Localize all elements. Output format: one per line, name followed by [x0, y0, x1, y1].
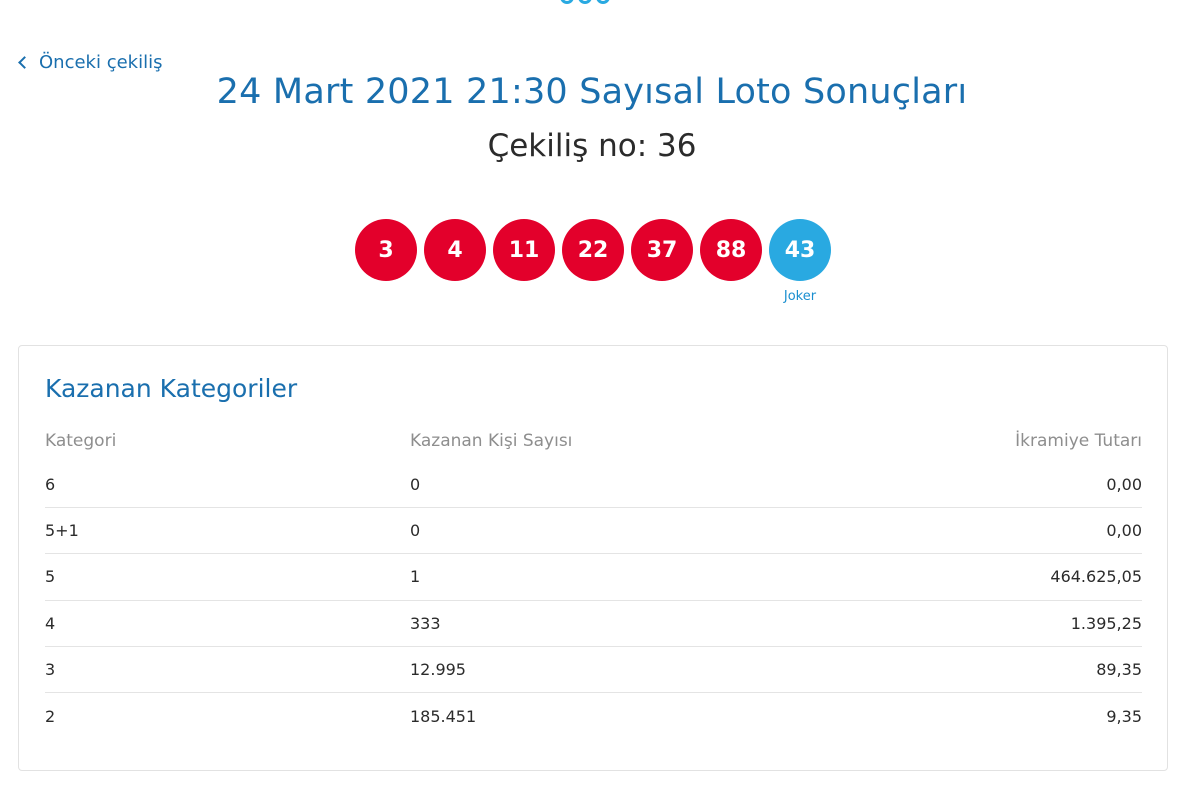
- winners-cell: 185.451: [410, 706, 477, 726]
- winners-cell: 0: [410, 475, 421, 495]
- draw-number: Çekiliş no: 36: [487, 128, 697, 164]
- category-cell: 4: [45, 613, 56, 633]
- prize-cell: 89,35: [1096, 659, 1142, 679]
- previous-draw-link[interactable]: Önceki çekiliş: [16, 52, 162, 73]
- category-cell: 3: [45, 659, 56, 679]
- winners-cell: 1: [410, 567, 421, 587]
- previous-draw-label: Önceki çekiliş: [39, 52, 163, 73]
- joker-group: 43 Joker: [769, 219, 831, 304]
- table-row: 4 333 1.395,25: [45, 601, 1142, 647]
- category-cell: 5: [45, 567, 56, 587]
- winners-cell: 333: [410, 613, 441, 633]
- prize-cell: 0,00: [1106, 475, 1142, 495]
- joker-label: Joker: [783, 289, 817, 304]
- page-title: 24 Mart 2021 21:30 Sayısal Loto Sonuçlar…: [216, 72, 968, 112]
- prize-cell: 1.395,25: [1070, 613, 1142, 633]
- column-header-winners: Kazanan Kişi Sayısı: [410, 431, 573, 451]
- winners-table: Kategori Kazanan Kişi Sayısı İkramiye Tu…: [45, 420, 1142, 739]
- category-cell: 2: [45, 706, 56, 726]
- winning-categories-card: Kazanan Kategoriler Kategori Kazanan Kiş…: [18, 345, 1168, 771]
- table-row: 2 185.451 9,35: [45, 693, 1142, 739]
- category-cell: 6: [45, 475, 56, 495]
- logo-icon: [560, 0, 610, 4]
- winners-cell: 0: [410, 521, 421, 541]
- table-row: 5 1 464.625,05: [45, 554, 1142, 601]
- winners-cell: 12.995: [410, 659, 466, 679]
- card-title: Kazanan Kategoriler: [45, 374, 298, 403]
- number-ball: 37: [631, 219, 693, 281]
- winning-numbers: 3 4 11 22 37 88 43 Joker: [355, 219, 831, 304]
- column-header-category: Kategori: [45, 431, 117, 451]
- number-ball: 11: [493, 219, 555, 281]
- table-row: 3 12.995 89,35: [45, 647, 1142, 693]
- prize-cell: 9,35: [1106, 706, 1142, 726]
- number-ball: 88: [700, 219, 762, 281]
- prize-cell: 0,00: [1106, 521, 1142, 541]
- joker-ball: 43: [769, 219, 831, 281]
- table-header: Kategori Kazanan Kişi Sayısı İkramiye Tu…: [45, 420, 1142, 462]
- chevron-left-icon: [18, 56, 31, 69]
- table-row: 5+1 0 0,00: [45, 508, 1142, 555]
- page: Önceki çekiliş 24 Mart 2021 21:30 Sayısa…: [0, 0, 1184, 785]
- category-cell: 5+1: [45, 521, 79, 541]
- prize-cell: 464.625,05: [1050, 567, 1142, 587]
- table-row: 6 0 0,00: [45, 462, 1142, 509]
- number-ball: 4: [424, 219, 486, 281]
- column-header-prize: İkramiye Tutarı: [1015, 431, 1142, 451]
- number-ball: 22: [562, 219, 624, 281]
- number-ball: 3: [355, 219, 417, 281]
